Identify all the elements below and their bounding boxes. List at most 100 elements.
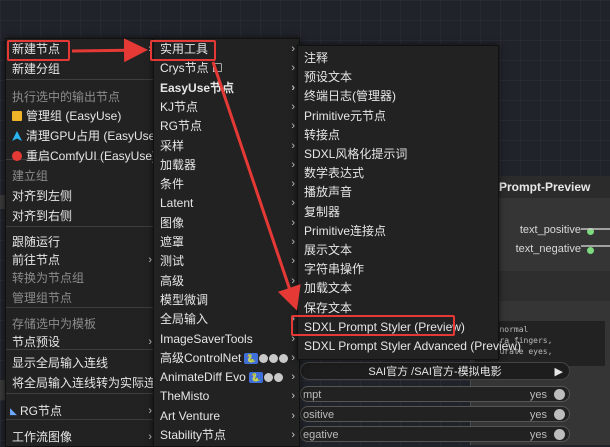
utility-node-label: 预设文本 — [304, 70, 353, 85]
utility-node-7[interactable]: 播放声音 — [298, 182, 498, 202]
context-item-label: 对齐到右侧 — [12, 209, 73, 223]
context-item-label: 存储选中为模板 — [12, 317, 97, 331]
category-latent-8[interactable]: Latent › — [154, 193, 299, 213]
output-text-positive[interactable]: text_positive — [520, 224, 581, 236]
menu-separator — [6, 226, 156, 227]
widget-label: ositive — [303, 409, 335, 421]
category-item-12[interactable]: 高级 › — [154, 271, 299, 291]
category-item-14[interactable]: 全局输入 › — [154, 309, 299, 329]
utility-node-0[interactable]: 注释 — [298, 48, 498, 68]
utility-node-label: 复制器 — [304, 204, 341, 219]
utility-node-2[interactable]: 终端日志(管理器) — [298, 86, 498, 106]
category-art-venture-19[interactable]: Art Venture › — [154, 406, 299, 426]
output-text-negative[interactable]: text_negative — [516, 243, 581, 255]
utility-node-label: 终端日志(管理器) — [304, 89, 396, 104]
utility-node-12[interactable]: 加载文本 — [298, 278, 498, 298]
context-item-10[interactable]: 前往节点 › — [6, 250, 156, 270]
utility-node-8[interactable]: 复制器 — [298, 202, 498, 222]
context-item-3[interactable]: 管理组 (EasyUse) — [6, 106, 156, 126]
utility-node-label: 展示文本 — [304, 243, 353, 257]
context-item-label: 转换为节点组 — [12, 271, 85, 285]
widget-prompt[interactable]: mpt yes — [300, 386, 570, 402]
category-item-6[interactable]: 加载器 › — [154, 155, 299, 175]
context-item-8[interactable]: 对齐到右侧 — [6, 206, 156, 226]
category-item-11[interactable]: 测试 › — [154, 251, 299, 271]
category-controlnet-16[interactable]: 高级ControlNet 🐍 › — [154, 348, 299, 368]
context-item-label: RG节点 — [20, 404, 63, 418]
utility-node-4[interactable]: 转接点 — [298, 125, 498, 145]
python-badge-icon: 🐍 — [244, 352, 259, 364]
utility-node-3[interactable]: Primitive元节点 — [298, 106, 498, 126]
category-label: ImageSaverTools — [160, 331, 253, 346]
context-item-1[interactable]: 新建分组 — [6, 59, 156, 79]
style-combo[interactable]: SAI官方 /SAI官方-模拟电影 ▶ — [300, 362, 570, 380]
category-label: 高级 — [160, 273, 185, 288]
highlight-sdxl-styler — [291, 315, 455, 336]
node-badge-icon — [273, 373, 283, 383]
context-item-7[interactable]: 对齐到左侧 — [6, 186, 156, 206]
widget-value: yes — [529, 389, 547, 401]
widget-value: yes — [529, 409, 547, 421]
chevron-right-icon: › — [291, 100, 295, 113]
category-item-5[interactable]: 采样 › — [154, 136, 299, 156]
utility-node-15[interactable]: SDXL Prompt Styler Advanced (Preview) — [298, 336, 521, 356]
utility-node-9[interactable]: Primitive连接点 — [298, 221, 498, 241]
context-item-label: 前往节点 — [12, 253, 61, 267]
chevron-right-icon: › — [291, 390, 295, 403]
context-item-16[interactable]: 将全局输入连线转为实际连线 — [6, 373, 168, 393]
chevron-right-icon: › — [148, 336, 152, 348]
utility-nodes-menu: 注释预设文本终端日志(管理器) Primitive元节点 转接点 SDXL风格化提示词… — [297, 45, 521, 360]
category-label: Crys节点 ☐ — [160, 61, 223, 76]
context-item-label: 跟随运行 — [12, 235, 61, 249]
category-item-13[interactable]: 模型微调 › — [154, 290, 299, 310]
category-themisto-18[interactable]: TheMisto › — [154, 386, 299, 406]
wire-positive — [581, 228, 610, 230]
utility-node-11[interactable]: 字符串操作 — [298, 259, 498, 279]
utility-node-label: 转接点 — [304, 127, 341, 142]
category-rg-4[interactable]: RG节点 › — [154, 116, 299, 136]
context-item-5[interactable]: 重启ComfyUI (EasyUse) — [6, 146, 156, 166]
category-label: KJ节点 — [160, 99, 199, 114]
utility-node-10[interactable]: 展示文本 — [298, 240, 498, 260]
chevron-right-icon: › — [148, 405, 152, 417]
category-imagesavertools-15[interactable]: ImageSaverTools › — [154, 329, 299, 349]
context-item-18[interactable]: 工作流图像 › — [6, 427, 156, 447]
category-label: EasyUse节点 — [160, 80, 235, 95]
context-item-15[interactable]: 显示全局输入连线 — [6, 353, 156, 373]
category-easyuse-2[interactable]: EasyUse节点 › — [154, 78, 299, 98]
category-label: 高级ControlNet — [160, 350, 242, 365]
utility-node-6[interactable]: 数学表达式 — [298, 163, 498, 183]
combo-arrow-icon: ▶ — [554, 366, 563, 378]
widget-positive[interactable]: ositive yes — [300, 406, 570, 422]
context-item-17[interactable]: RG节点 › ◣ — [6, 401, 156, 421]
menu-separator — [6, 79, 156, 80]
category-item-7[interactable]: 条件 › — [154, 174, 299, 194]
category-kj-3[interactable]: KJ节点 › — [154, 97, 299, 117]
output-dot-negative[interactable] — [587, 247, 594, 254]
category-item-10[interactable]: 遮罩 › — [154, 232, 299, 252]
category-crys-1[interactable]: Crys节点 ☐ › — [154, 58, 299, 78]
utility-node-1[interactable]: 预设文本 — [298, 67, 498, 87]
utility-node-label: SDXL Prompt Styler Advanced (Preview) — [304, 339, 521, 353]
context-item-label: 重启ComfyUI (EasyUse) — [26, 149, 157, 163]
context-item-4[interactable]: 清理GPU占用 (EasyUse) — [6, 126, 159, 146]
context-item-9[interactable]: 跟随运行 — [6, 232, 156, 252]
category-label: 全局输入 — [160, 312, 209, 327]
category-label: Art Venture — [160, 408, 221, 423]
chevron-right-icon: › — [291, 62, 295, 75]
context-item-13: 存储选中为模板 — [6, 314, 156, 334]
style-combo-value: SAI官方 /SAI官方-模拟电影 — [368, 366, 502, 378]
utility-node-5[interactable]: SDXL风格化提示词 — [298, 144, 498, 164]
chevron-right-icon: › — [291, 255, 295, 268]
node-badge-icon — [259, 353, 269, 363]
chevron-right-icon: › — [291, 371, 295, 384]
chevron-right-icon: › — [291, 351, 295, 364]
context-item-14[interactable]: 节点预设 › — [6, 332, 156, 352]
widget-negative[interactable]: egative yes — [300, 426, 570, 442]
context-item-11: 转换为节点组 — [6, 268, 156, 288]
chevron-right-icon: › — [291, 236, 295, 248]
category-animatediff-evo-17[interactable]: AnimateDiff Evo 🐍 › — [154, 367, 299, 387]
category-stability-20[interactable]: Stability节点 › — [154, 425, 299, 445]
category-item-9[interactable]: 图像 › — [154, 213, 299, 233]
utility-node-label: 保存文本 — [304, 300, 353, 315]
